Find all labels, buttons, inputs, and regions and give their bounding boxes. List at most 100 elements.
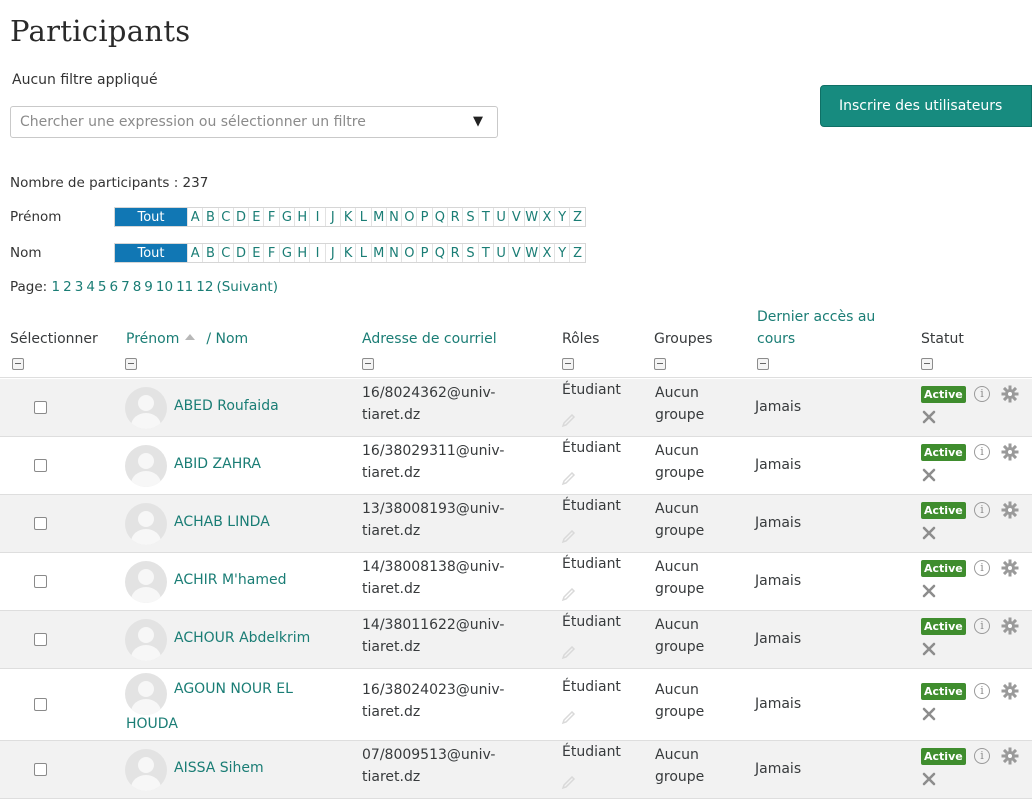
- page-link-5[interactable]: 5: [98, 279, 107, 295]
- lastname-initial-f[interactable]: F: [263, 244, 278, 262]
- pencil-icon[interactable]: [561, 471, 577, 486]
- lastname-initial-k[interactable]: K: [339, 244, 355, 262]
- page-link-1[interactable]: 1: [52, 279, 61, 295]
- firstname-initial-n[interactable]: N: [385, 208, 401, 226]
- page-link-7[interactable]: 7: [121, 279, 130, 295]
- lastname-initial-y[interactable]: Y: [554, 244, 569, 262]
- avatar[interactable]: [125, 561, 167, 603]
- collapse-column-icon[interactable]: [921, 358, 933, 370]
- user-name-link[interactable]: AGOUN NOUR EL: [174, 681, 293, 697]
- page-link-9[interactable]: 9: [144, 279, 153, 295]
- user-name-link[interactable]: ACHIR M'hamed: [174, 572, 286, 588]
- lastname-initial-r[interactable]: R: [447, 244, 462, 262]
- firstname-initial-o[interactable]: O: [401, 208, 416, 226]
- firstname-initial-c[interactable]: C: [217, 208, 233, 226]
- user-name-link-cont[interactable]: HOUDA: [126, 716, 178, 732]
- lastname-initial-z[interactable]: Z: [569, 244, 584, 262]
- pencil-icon[interactable]: [561, 587, 577, 602]
- firstname-initial-e[interactable]: E: [248, 208, 263, 226]
- lastname-initial-x[interactable]: X: [538, 244, 554, 262]
- lastname-initial-p[interactable]: P: [416, 244, 431, 262]
- enrol-users-button[interactable]: Inscrire des utilisateurs: [820, 85, 1032, 127]
- lastname-initial-u[interactable]: U: [492, 244, 508, 262]
- firstname-initial-a[interactable]: A: [187, 208, 202, 226]
- collapse-column-icon[interactable]: [757, 358, 769, 370]
- filter-search-input[interactable]: Chercher une expression ou sélectionner …: [10, 106, 498, 138]
- firstname-initial-y[interactable]: Y: [554, 208, 569, 226]
- avatar[interactable]: [125, 387, 167, 429]
- avatar[interactable]: [125, 619, 167, 661]
- page-link-12[interactable]: 12: [196, 279, 213, 295]
- lastname-initial-t[interactable]: T: [477, 244, 493, 262]
- user-name-link[interactable]: ABID ZAHRA: [174, 456, 261, 472]
- pencil-icon[interactable]: [561, 710, 577, 725]
- firstname-initial-j[interactable]: J: [324, 208, 340, 226]
- lastname-initial-m[interactable]: M: [370, 244, 386, 262]
- firstname-initial-d[interactable]: D: [232, 208, 248, 226]
- avatar[interactable]: [125, 503, 167, 545]
- page-link-8[interactable]: 8: [133, 279, 142, 295]
- firstname-initial-v[interactable]: V: [508, 208, 523, 226]
- info-icon[interactable]: i: [974, 560, 990, 576]
- collapse-column-icon[interactable]: [654, 358, 666, 370]
- firstname-initial-u[interactable]: U: [492, 208, 508, 226]
- collapse-column-icon[interactable]: [12, 358, 24, 370]
- gear-icon[interactable]: [1001, 682, 1019, 700]
- page-next-link[interactable]: (Suivant): [216, 279, 278, 295]
- lastname-initial-b[interactable]: B: [202, 244, 217, 262]
- lastname-initial-i[interactable]: I: [309, 244, 324, 262]
- select-checkbox[interactable]: [34, 575, 47, 588]
- lastname-initial-d[interactable]: D: [232, 244, 248, 262]
- firstname-initial-x[interactable]: X: [538, 208, 554, 226]
- sort-firstname-link[interactable]: Prénom: [126, 331, 179, 347]
- page-link-6[interactable]: 6: [110, 279, 119, 295]
- avatar[interactable]: [125, 445, 167, 487]
- info-icon[interactable]: i: [974, 444, 990, 460]
- header-lastaccess[interactable]: Dernier accès au cours: [757, 308, 875, 348]
- avatar[interactable]: [125, 749, 167, 791]
- firstname-initial-p[interactable]: P: [416, 208, 431, 226]
- user-name-link[interactable]: ABED Roufaida: [174, 398, 279, 414]
- firstname-initial-all[interactable]: Tout: [115, 208, 187, 226]
- lastname-initial-l[interactable]: L: [355, 244, 370, 262]
- lastname-initial-g[interactable]: G: [278, 244, 294, 262]
- lastname-initial-all[interactable]: Tout: [115, 244, 187, 262]
- gear-icon[interactable]: [1001, 747, 1019, 765]
- pencil-icon[interactable]: [561, 645, 577, 660]
- firstname-initial-s[interactable]: S: [462, 208, 477, 226]
- select-checkbox[interactable]: [34, 763, 47, 776]
- page-link-3[interactable]: 3: [75, 279, 84, 295]
- user-name-link[interactable]: AISSA Sihem: [174, 760, 264, 776]
- firstname-initial-i[interactable]: I: [309, 208, 324, 226]
- firstname-initial-f[interactable]: F: [263, 208, 278, 226]
- user-name-link[interactable]: ACHAB LINDA: [174, 514, 270, 530]
- firstname-initial-r[interactable]: R: [447, 208, 462, 226]
- lastname-initial-j[interactable]: J: [324, 244, 340, 262]
- collapse-column-icon[interactable]: [562, 358, 574, 370]
- info-icon[interactable]: i: [974, 502, 990, 518]
- lastname-initial-h[interactable]: H: [294, 244, 309, 262]
- select-checkbox[interactable]: [34, 633, 47, 646]
- lastname-initial-q[interactable]: Q: [431, 244, 447, 262]
- select-checkbox[interactable]: [34, 517, 47, 530]
- dropdown-arrow-icon[interactable]: ▼: [473, 114, 483, 129]
- lastname-initial-e[interactable]: E: [248, 244, 263, 262]
- lastname-initial-v[interactable]: V: [508, 244, 523, 262]
- page-link-2[interactable]: 2: [63, 279, 72, 295]
- firstname-initial-z[interactable]: Z: [569, 208, 584, 226]
- sort-lastname-link[interactable]: / Nom: [206, 331, 248, 347]
- gear-icon[interactable]: [1001, 559, 1019, 577]
- info-icon[interactable]: i: [974, 618, 990, 634]
- close-icon[interactable]: [921, 409, 937, 425]
- firstname-initial-h[interactable]: H: [294, 208, 309, 226]
- pencil-icon[interactable]: [561, 775, 577, 790]
- firstname-initial-l[interactable]: L: [355, 208, 370, 226]
- lastname-initial-c[interactable]: C: [217, 244, 233, 262]
- page-link-4[interactable]: 4: [86, 279, 95, 295]
- page-link-11[interactable]: 11: [176, 279, 193, 295]
- firstname-initial-g[interactable]: G: [278, 208, 294, 226]
- lastname-initial-a[interactable]: A: [187, 244, 202, 262]
- pencil-icon[interactable]: [561, 413, 577, 428]
- firstname-initial-k[interactable]: K: [339, 208, 355, 226]
- gear-icon[interactable]: [1001, 501, 1019, 519]
